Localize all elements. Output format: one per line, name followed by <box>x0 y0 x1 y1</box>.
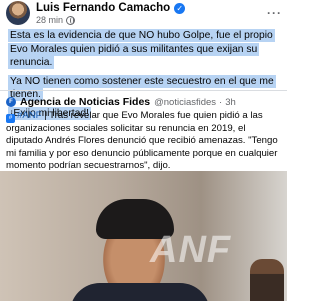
post-paragraph: Esta es la evidencia de que NO hubo Golp… <box>8 29 275 70</box>
author-name[interactable]: Luis Fernando Camacho <box>36 2 170 14</box>
globe-icon <box>66 15 76 25</box>
separator-dot: · <box>219 96 223 108</box>
more-options-icon[interactable]: ··· <box>267 6 282 20</box>
hashtag-link[interactable]: #ANF <box>17 110 42 121</box>
shared-post-header: F Agencia de Noticias Fides @noticiasfid… <box>6 96 236 108</box>
shared-time[interactable]: 3h <box>225 97 236 108</box>
author-avatar[interactable] <box>6 1 30 25</box>
author-row: Luis Fernando Camacho ✓ <box>36 2 186 14</box>
anf-watermark: ANF <box>150 229 232 271</box>
background-person <box>250 259 284 301</box>
shared-page-name[interactable]: Agencia de Noticias Fides <box>20 96 150 108</box>
shared-handle[interactable]: @noticiasfides <box>154 97 216 108</box>
post-meta: 28 min <box>36 15 76 25</box>
post-header: Luis Fernando Camacho ✓ 28 min ··· <box>0 0 287 28</box>
tag-icon: # <box>6 114 15 123</box>
shared-post[interactable]: F Agencia de Noticias Fides @noticiasfid… <box>0 90 287 301</box>
shared-body: | Tras revelar que Evo Morales fue quien… <box>6 110 278 171</box>
news-photo[interactable]: ANF <box>0 171 287 301</box>
post-time[interactable]: 28 min <box>36 15 63 25</box>
fides-logo-icon[interactable]: F <box>6 97 16 107</box>
man-suit <box>70 283 210 301</box>
verified-badge-icon: ✓ <box>174 2 186 14</box>
shared-post-text: # #ANF | Tras revelar que Evo Morales fue… <box>6 110 282 172</box>
